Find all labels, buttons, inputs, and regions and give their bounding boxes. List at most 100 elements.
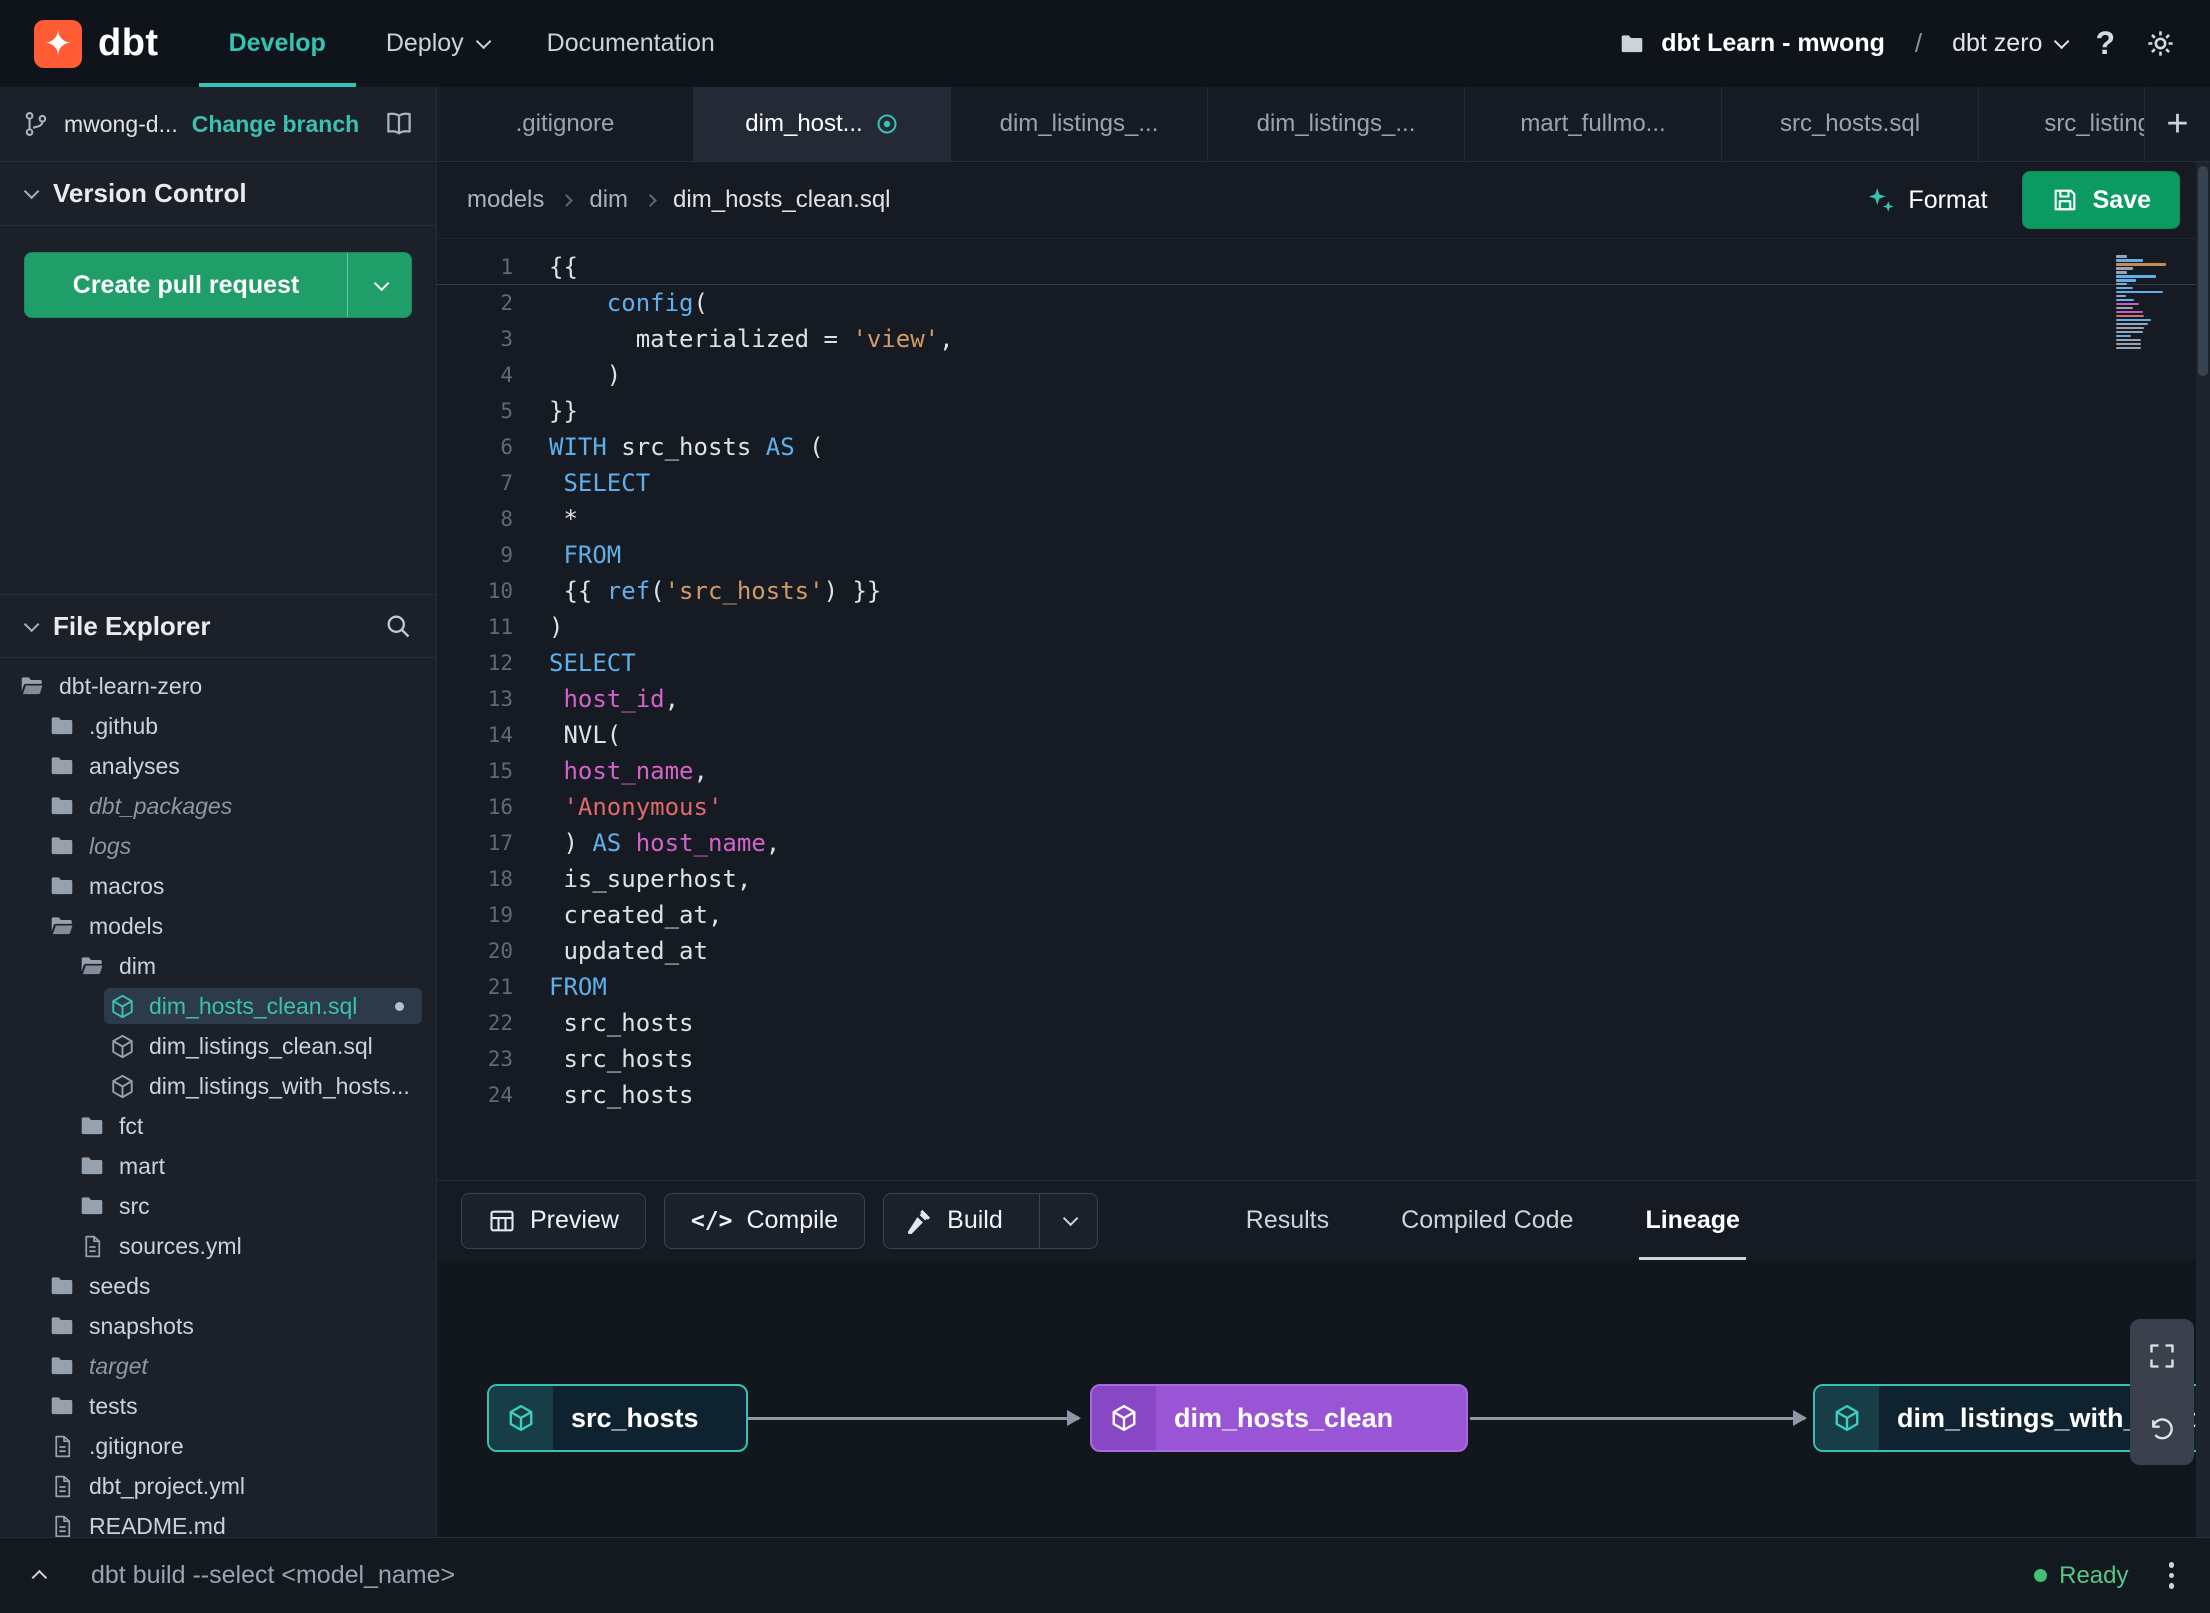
tree-row[interactable]: tests bbox=[0, 1386, 436, 1426]
tree-row[interactable]: dim_listings_clean.sql bbox=[0, 1026, 436, 1066]
pull-request-options-button[interactable] bbox=[347, 253, 411, 317]
tree-row[interactable]: README.md bbox=[0, 1506, 436, 1537]
version-control-header[interactable]: Version Control bbox=[0, 162, 436, 226]
docs-book-icon[interactable] bbox=[384, 109, 414, 139]
build-button[interactable]: Build bbox=[883, 1192, 1098, 1249]
tab-results[interactable]: Results bbox=[1246, 1181, 1329, 1260]
tree-row[interactable]: dbt_project.yml bbox=[0, 1466, 436, 1506]
tree-item[interactable]: tests bbox=[44, 1388, 422, 1424]
fullscreen-button[interactable] bbox=[2130, 1326, 2194, 1386]
build-button-main[interactable]: Build bbox=[884, 1194, 1025, 1248]
tree-item[interactable]: logs bbox=[44, 828, 422, 864]
tree-item[interactable]: dim_listings_with_hosts... bbox=[104, 1068, 422, 1104]
scrollbar-thumb[interactable] bbox=[2198, 166, 2208, 376]
command-input[interactable]: dbt build --select <model_name> bbox=[91, 1561, 455, 1590]
tree-row[interactable]: models bbox=[0, 906, 436, 946]
tree-row[interactable]: logs bbox=[0, 826, 436, 866]
editor-tab[interactable]: src_hosts.sql bbox=[1722, 87, 1979, 161]
tree-item[interactable]: target bbox=[44, 1348, 422, 1384]
tree-item[interactable]: src bbox=[74, 1188, 422, 1224]
line-number: 9 bbox=[500, 543, 513, 567]
tree-item[interactable]: models bbox=[44, 908, 422, 944]
change-branch-link[interactable]: Change branch bbox=[192, 111, 359, 138]
tree-item[interactable]: seeds bbox=[44, 1268, 422, 1304]
file-explorer-header[interactable]: File Explorer bbox=[0, 594, 436, 658]
tree-item[interactable]: dim_hosts_clean.sql bbox=[104, 988, 422, 1024]
section-title: Version Control bbox=[53, 178, 247, 208]
tree-row[interactable]: sources.yml bbox=[0, 1226, 436, 1266]
tree-row[interactable]: analyses bbox=[0, 746, 436, 786]
lineage-node[interactable]: dim_hosts_clean bbox=[1090, 1384, 1468, 1452]
scrollbar[interactable] bbox=[2196, 162, 2210, 1537]
compile-button[interactable]: </> Compile bbox=[663, 1192, 866, 1249]
tree-item[interactable]: sources.yml bbox=[74, 1228, 422, 1264]
preview-button[interactable]: Preview bbox=[461, 1192, 646, 1249]
minimap-line bbox=[2116, 266, 2133, 270]
tree-item[interactable]: analyses bbox=[44, 748, 422, 784]
minimap[interactable] bbox=[2116, 255, 2168, 351]
tree-row[interactable]: target bbox=[0, 1346, 436, 1386]
environment-selector[interactable]: dbt zero bbox=[1952, 29, 2070, 58]
nav-item-deploy[interactable]: Deploy bbox=[356, 0, 517, 87]
lineage-node-label: src_hosts bbox=[571, 1402, 699, 1433]
tree-item[interactable]: dbt_project.yml bbox=[44, 1468, 422, 1504]
tree-row[interactable]: dim_listings_with_hosts... bbox=[0, 1066, 436, 1106]
code-line: 13 host_id, bbox=[437, 681, 2210, 717]
tree-row[interactable]: macros bbox=[0, 866, 436, 906]
dbt-logo-icon: ✦ bbox=[34, 19, 82, 68]
editor-tab[interactable]: dim_host... bbox=[694, 87, 951, 161]
tree-row[interactable]: mart bbox=[0, 1146, 436, 1186]
tree-row[interactable]: dbt-learn-zero bbox=[0, 666, 436, 706]
tree-row[interactable]: fct bbox=[0, 1106, 436, 1146]
project-selector[interactable]: dbt Learn - mwong bbox=[1619, 29, 1885, 58]
tab-compiled-code[interactable]: Compiled Code bbox=[1401, 1181, 1573, 1260]
create-pull-request-label[interactable]: Create pull request bbox=[25, 253, 347, 317]
nav-item-develop[interactable]: Develop bbox=[199, 0, 356, 87]
reset-view-button[interactable] bbox=[2130, 1399, 2194, 1459]
tree-item[interactable]: dbt-learn-zero bbox=[14, 668, 422, 704]
tree-item[interactable]: .github bbox=[44, 708, 422, 744]
breadcrumb-item[interactable]: models bbox=[467, 186, 544, 214]
tree-item[interactable]: dim_listings_clean.sql bbox=[104, 1028, 422, 1064]
format-button[interactable]: Format bbox=[1866, 185, 1988, 215]
breadcrumb-item[interactable]: dim bbox=[589, 186, 628, 214]
new-tab-button[interactable]: + bbox=[2144, 87, 2210, 161]
tree-item[interactable]: dim bbox=[74, 948, 422, 984]
tab-lineage[interactable]: Lineage bbox=[1639, 1181, 1747, 1260]
lineage-node[interactable]: src_hosts bbox=[487, 1384, 748, 1452]
tree-item[interactable]: dbt_packages bbox=[44, 788, 422, 824]
tree-row[interactable]: dim bbox=[0, 946, 436, 986]
tree-item[interactable]: snapshots bbox=[44, 1308, 422, 1344]
editor-tab[interactable]: dim_listings_... bbox=[951, 87, 1208, 161]
save-button[interactable]: Save bbox=[2021, 171, 2180, 229]
nav-item-documentation[interactable]: Documentation bbox=[517, 0, 745, 87]
editor-tab[interactable]: dim_listings_... bbox=[1208, 87, 1465, 161]
dbt-logo[interactable]: ✦ dbt bbox=[34, 0, 159, 87]
tree-item-label: dim_listings_clean.sql bbox=[149, 1032, 373, 1059]
tree-item[interactable]: macros bbox=[44, 868, 422, 904]
gear-icon[interactable] bbox=[2145, 28, 2176, 59]
code-editor[interactable]: 1{{2 config(3 materialized = 'view', 4 ) 5… bbox=[437, 239, 2210, 1180]
breadcrumb-separator: / bbox=[1914, 28, 1923, 58]
tree-row[interactable]: dim_hosts_clean.sql bbox=[0, 986, 436, 1026]
tree-row[interactable]: .github bbox=[0, 706, 436, 746]
editor-tab[interactable]: .gitignore bbox=[437, 87, 694, 161]
tree-row[interactable]: snapshots bbox=[0, 1306, 436, 1346]
line-number: 1 bbox=[500, 255, 513, 279]
overflow-menu-icon[interactable] bbox=[2168, 1562, 2174, 1589]
create-pull-request-button[interactable]: Create pull request bbox=[24, 252, 412, 318]
tree-row[interactable]: seeds bbox=[0, 1266, 436, 1306]
tree-item[interactable]: README.md bbox=[44, 1508, 422, 1537]
tree-row[interactable]: dbt_packages bbox=[0, 786, 436, 826]
tree-item[interactable]: mart bbox=[74, 1148, 422, 1184]
tree-row[interactable]: src bbox=[0, 1186, 436, 1226]
expand-panel-icon[interactable] bbox=[31, 1569, 48, 1586]
editor-tab[interactable]: mart_fullmo... bbox=[1465, 87, 1722, 161]
tree-item[interactable]: fct bbox=[74, 1108, 422, 1144]
tree-item[interactable]: .gitignore bbox=[44, 1428, 422, 1464]
line-number: 5 bbox=[500, 399, 513, 423]
build-options-button[interactable] bbox=[1038, 1193, 1097, 1248]
search-icon[interactable] bbox=[384, 612, 412, 640]
help-icon[interactable]: ? bbox=[2095, 25, 2115, 62]
tree-row[interactable]: .gitignore bbox=[0, 1426, 436, 1466]
